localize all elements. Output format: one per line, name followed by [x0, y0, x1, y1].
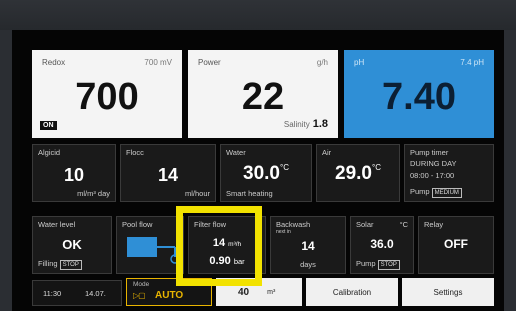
algicid-value: 10 — [63, 165, 85, 185]
play-pause-icon: ▷▢ — [133, 291, 146, 300]
mode-label: Mode — [133, 281, 150, 288]
pump-timer-tile[interactable]: Pump timer DURING DAY 08:00 - 17:00 Pump… — [404, 144, 494, 202]
power-unit: g/h — [316, 58, 328, 67]
calibration-button[interactable]: Calibration — [306, 278, 398, 306]
power-value: 22 — [241, 76, 285, 118]
backwash-unit: days — [300, 260, 316, 269]
flocc-label: Flocc — [126, 148, 144, 157]
backwash-sublabel: next in — [276, 229, 291, 235]
pool-flow-label: Pool flow — [122, 220, 153, 229]
flocc-tile[interactable]: Flocc 14 ml/hour — [120, 144, 216, 202]
flocc-unit: ml/hour — [184, 189, 210, 198]
solar-label: Solar — [356, 220, 374, 229]
air-unit: °C — [372, 163, 381, 172]
relay-label: Relay — [424, 220, 444, 229]
filling-label: Filling — [38, 259, 58, 268]
mode-value: AUTO — [155, 290, 184, 301]
algicid-label: Algicid — [38, 148, 61, 157]
backwash-label: Backwash — [276, 220, 311, 229]
backwash-value: 14 — [301, 239, 315, 253]
relay-tile[interactable]: Relay OFF — [418, 216, 494, 274]
calibration-label: Calibration — [332, 287, 372, 297]
redox-label: Redox — [42, 58, 66, 67]
salinity-value: 1.8 — [312, 118, 328, 130]
settings-label: Settings — [433, 287, 463, 297]
ph-setpoint: 7.4 pH — [460, 58, 484, 67]
algicid-tile[interactable]: Algicid 10 ml/m³ day — [32, 144, 116, 202]
ph-tile[interactable]: pH 7.4 pH 7.40 — [344, 50, 494, 138]
solar-pump-status: Pump STOP — [356, 259, 400, 270]
water-unit: °C — [280, 163, 289, 172]
solar-pump-label: Pump — [356, 259, 376, 268]
power-label: Power — [198, 58, 221, 67]
solar-value: 36.0 — [370, 237, 394, 251]
pump-speed-label: Pump — [410, 187, 430, 196]
water-level-label: Water level — [38, 220, 76, 229]
water-label: Water — [226, 148, 246, 157]
clock-display: 11:30 14.07. — [32, 280, 122, 306]
air-temp-readout: 29.0°C — [317, 163, 399, 185]
redox-tile[interactable]: Redox 700 mV 700 ON — [32, 50, 182, 138]
pump-timer-label: Pump timer — [410, 148, 449, 157]
salinity-readout: Salinity 1.8 — [284, 118, 328, 130]
redox-value: 700 — [75, 76, 139, 118]
flocc-value: 14 — [157, 165, 179, 185]
solar-stop-tag: STOP — [377, 260, 400, 270]
backwash-tile[interactable]: Backwash next in 14 days — [270, 216, 346, 274]
water-smart-heating: Smart heating — [226, 189, 273, 198]
water-value: 30.0 — [243, 163, 280, 184]
pool-volume-value: 40 — [238, 286, 250, 298]
air-temp-tile[interactable]: Air 29.0°C — [316, 144, 400, 202]
water-temp-readout: 30.0°C — [221, 163, 311, 185]
pool-flow-tile[interactable]: Pool flow — [116, 216, 184, 274]
settings-button[interactable]: Settings — [402, 278, 494, 306]
filling-stop-tag: STOP — [59, 260, 82, 270]
water-level-value: OK — [62, 237, 82, 252]
ph-value: 7.40 — [382, 76, 456, 118]
clock-date: 14.07. — [85, 289, 106, 298]
filling-status: Filling STOP — [38, 259, 82, 270]
device-bezel — [0, 0, 516, 30]
filter-flow-highlight-box — [176, 206, 262, 286]
pump-speed-tag: MEDIUM — [431, 188, 462, 198]
water-level-tile[interactable]: Water level OK Filling STOP — [32, 216, 112, 274]
pump-timer-hours: 08:00 - 17:00 — [410, 171, 455, 180]
power-tile[interactable]: Power g/h 22 Salinity 1.8 — [188, 50, 338, 138]
clock-time: 11:30 — [43, 289, 62, 298]
water-temp-tile[interactable]: Water 30.0°C Smart heating — [220, 144, 312, 202]
relay-value: OFF — [444, 237, 468, 251]
salinity-label: Salinity — [283, 120, 310, 129]
redox-on-badge: ON — [40, 121, 57, 130]
air-label: Air — [322, 148, 332, 157]
air-value: 29.0 — [335, 163, 372, 184]
solar-tile[interactable]: Solar °C 36.0 Pump STOP — [350, 216, 414, 274]
ph-label: pH — [354, 58, 365, 67]
pump-timer-mode: DURING DAY — [410, 159, 457, 168]
algicid-unit: ml/m³ day — [77, 189, 110, 198]
pool-volume-unit: m³ — [267, 288, 276, 296]
redox-setpoint: 700 mV — [144, 58, 172, 67]
pump-speed: Pump MEDIUM — [410, 187, 462, 198]
solar-unit: °C — [399, 220, 408, 229]
